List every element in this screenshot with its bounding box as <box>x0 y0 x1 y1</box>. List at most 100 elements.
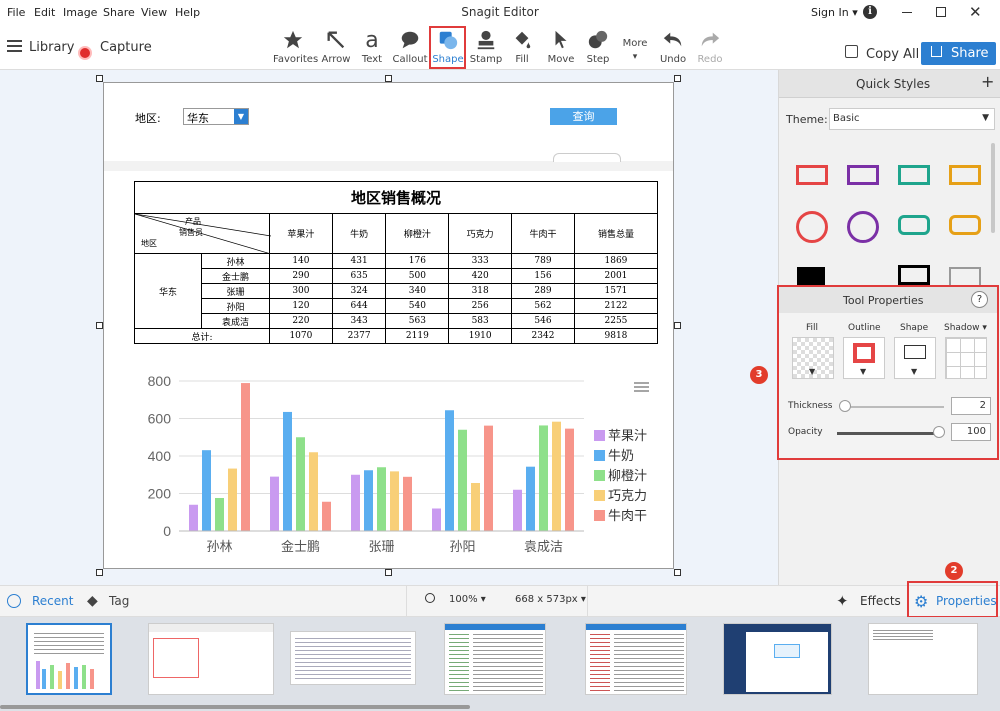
scrollbar[interactable] <box>991 143 995 233</box>
resize-handle[interactable] <box>674 75 681 82</box>
theme-select[interactable]: Basic ▼ <box>829 108 995 130</box>
thumbnail[interactable] <box>868 623 978 695</box>
slider-thumb[interactable] <box>933 426 945 438</box>
tool-arrow[interactable]: Arrow <box>316 28 356 68</box>
maximize-button[interactable] <box>936 7 946 17</box>
redo-icon <box>690 28 730 52</box>
share-button[interactable]: Share <box>921 42 996 65</box>
thumbnail[interactable] <box>585 623 687 695</box>
resize-handle[interactable] <box>674 322 681 329</box>
x-tick-label: 孙阳 <box>449 540 475 555</box>
resize-handle[interactable] <box>96 322 103 329</box>
outline-selector[interactable]: ▼ <box>843 337 885 379</box>
tool-label: Undo <box>659 54 687 65</box>
legend-swatch <box>594 510 605 521</box>
divider <box>104 161 673 171</box>
collapse-tab[interactable] <box>553 153 621 162</box>
menu-edit[interactable]: Edit <box>34 6 55 19</box>
side-panel: Quick Styles + Theme: Basic ▼ Tool Prope… <box>777 70 1000 585</box>
y-tick-label: 800 <box>148 373 172 389</box>
zoom-group: 100% ▾ 668 x 573px ▾ <box>406 586 588 616</box>
opacity-input[interactable]: 100 <box>951 423 991 441</box>
capture-button[interactable]: Capture <box>100 40 152 55</box>
tool-text[interactable]: a Text <box>352 28 392 68</box>
tool-more[interactable]: More ▾ <box>615 28 655 68</box>
effects-button[interactable]: Effects <box>860 594 901 608</box>
resize-handle[interactable] <box>385 569 392 576</box>
style-swatch[interactable] <box>847 165 879 185</box>
style-swatch[interactable] <box>898 165 930 185</box>
query-button[interactable]: 查询 <box>550 108 617 125</box>
resize-handle[interactable] <box>96 75 103 82</box>
tool-move[interactable]: Move <box>541 28 581 68</box>
chevron-down-icon: ▼ <box>234 109 248 124</box>
menu-share[interactable]: Share <box>103 6 135 19</box>
recent-tray <box>0 617 1000 711</box>
tool-stamp[interactable]: Stamp <box>466 28 506 68</box>
canvas-area[interactable]: 地区: 华东 ▼ 查询 地区销售概况 产品 销售员 地区 苹果汁 牛奶 柳橙汁 <box>0 70 778 585</box>
region-cell: 华东 <box>134 253 202 329</box>
tool-step[interactable]: Step <box>578 28 618 68</box>
table-title: 地区销售概况 <box>134 181 658 214</box>
close-button[interactable]: ✕ <box>969 3 982 21</box>
library-button[interactable]: Library <box>29 40 74 55</box>
menu-image[interactable]: Image <box>63 6 97 19</box>
captured-image[interactable]: 地区: 华东 ▼ 查询 地区销售概况 产品 销售员 地区 苹果汁 牛奶 柳橙汁 <box>103 82 674 569</box>
opacity-slider[interactable] <box>837 432 939 435</box>
shadow-selector[interactable] <box>945 337 987 379</box>
style-swatch[interactable] <box>796 165 828 185</box>
minimize-button[interactable] <box>902 12 912 13</box>
add-icon[interactable]: + <box>981 72 994 91</box>
thumbnail[interactable] <box>723 623 832 695</box>
style-swatch[interactable] <box>796 211 828 243</box>
fill-selector[interactable]: ▼ <box>792 337 834 379</box>
region-select[interactable]: 华东 ▼ <box>183 108 249 125</box>
thumbnail[interactable] <box>290 631 416 685</box>
resize-handle[interactable] <box>385 75 392 82</box>
thumbnail[interactable] <box>148 623 274 695</box>
style-swatch[interactable] <box>898 215 930 235</box>
help-icon[interactable]: ? <box>971 291 988 308</box>
thickness-slider[interactable] <box>844 406 944 408</box>
table-row: 金士鹏 290 635 500 420 156 2001 <box>135 268 659 284</box>
shape-selector[interactable]: ▼ <box>894 337 936 379</box>
info-icon[interactable]: i <box>863 5 877 19</box>
zoom-select[interactable]: 100% ▾ <box>449 594 486 605</box>
sign-in-button[interactable]: Sign In ▾ <box>811 6 858 19</box>
bar <box>526 466 535 531</box>
copy-all-button[interactable]: Copy All <box>866 47 919 62</box>
bar <box>458 429 467 531</box>
style-swatch[interactable] <box>797 267 825 285</box>
bar <box>189 504 198 531</box>
hamburger-icon[interactable] <box>7 45 22 47</box>
menu-view[interactable]: View <box>141 6 167 19</box>
tag-tab[interactable]: Tag <box>109 594 129 608</box>
style-swatch[interactable] <box>949 267 981 287</box>
thumbnail-selected[interactable] <box>26 623 112 695</box>
resize-handle[interactable] <box>674 569 681 576</box>
capture-icon[interactable] <box>78 46 92 60</box>
y-tick-label: 0 <box>163 523 171 539</box>
style-swatch[interactable] <box>949 215 981 235</box>
style-swatch[interactable] <box>898 265 930 285</box>
y-tick-label: 400 <box>148 448 172 464</box>
menu-help[interactable]: Help <box>175 6 200 19</box>
thumbnail[interactable] <box>444 623 546 695</box>
thickness-input[interactable]: 2 <box>951 397 991 415</box>
tool-callout[interactable]: Callout <box>390 28 430 68</box>
size-select[interactable]: 668 x 573px ▾ <box>515 594 586 605</box>
arrow-icon <box>316 28 356 52</box>
style-swatch[interactable] <box>949 165 981 185</box>
slider-thumb[interactable] <box>839 400 851 412</box>
menu-file[interactable]: File <box>7 6 25 19</box>
tool-redo[interactable]: Redo <box>690 28 730 68</box>
step-badge-2: 2 <box>945 562 963 580</box>
tool-undo[interactable]: Undo <box>653 28 693 68</box>
style-swatch[interactable] <box>847 211 879 243</box>
tool-fill[interactable]: Fill <box>502 28 542 68</box>
resize-handle[interactable] <box>96 569 103 576</box>
tool-favorites[interactable]: Favorites <box>273 28 318 68</box>
recent-tab[interactable]: Recent <box>32 594 73 608</box>
properties-button[interactable]: Properties <box>936 594 997 608</box>
tray-scrollbar[interactable] <box>0 705 470 709</box>
